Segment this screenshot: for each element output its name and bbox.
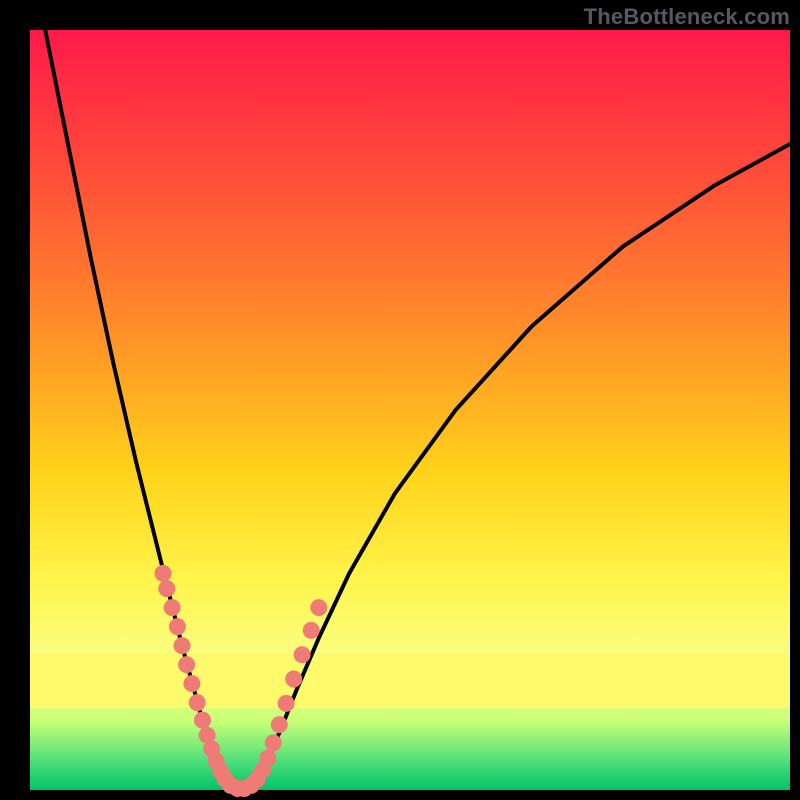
sample-dot: [259, 750, 276, 767]
sample-dot: [265, 734, 282, 751]
sample-dot: [174, 637, 191, 654]
sample-dot: [271, 716, 288, 733]
plot-area: [30, 30, 790, 790]
sample-dot: [169, 618, 186, 635]
sample-dot: [303, 622, 320, 639]
curves-layer: [30, 30, 790, 790]
sample-dot: [194, 712, 211, 729]
sample-dot: [178, 656, 195, 673]
sample-dot: [164, 599, 181, 616]
chart-stage: TheBottleneck.com: [0, 0, 800, 800]
sample-dot: [189, 694, 206, 711]
attribution-text: TheBottleneck.com: [584, 4, 790, 30]
sample-dot: [285, 671, 302, 688]
curve-left: [45, 30, 227, 790]
curve-right: [250, 144, 790, 790]
sample-dot: [155, 565, 172, 582]
sample-dot: [183, 675, 200, 692]
sample-dot: [158, 580, 175, 597]
sample-dot: [294, 646, 311, 663]
sample-dot: [310, 599, 327, 616]
sample-dots: [155, 565, 328, 797]
sample-dot: [278, 695, 295, 712]
